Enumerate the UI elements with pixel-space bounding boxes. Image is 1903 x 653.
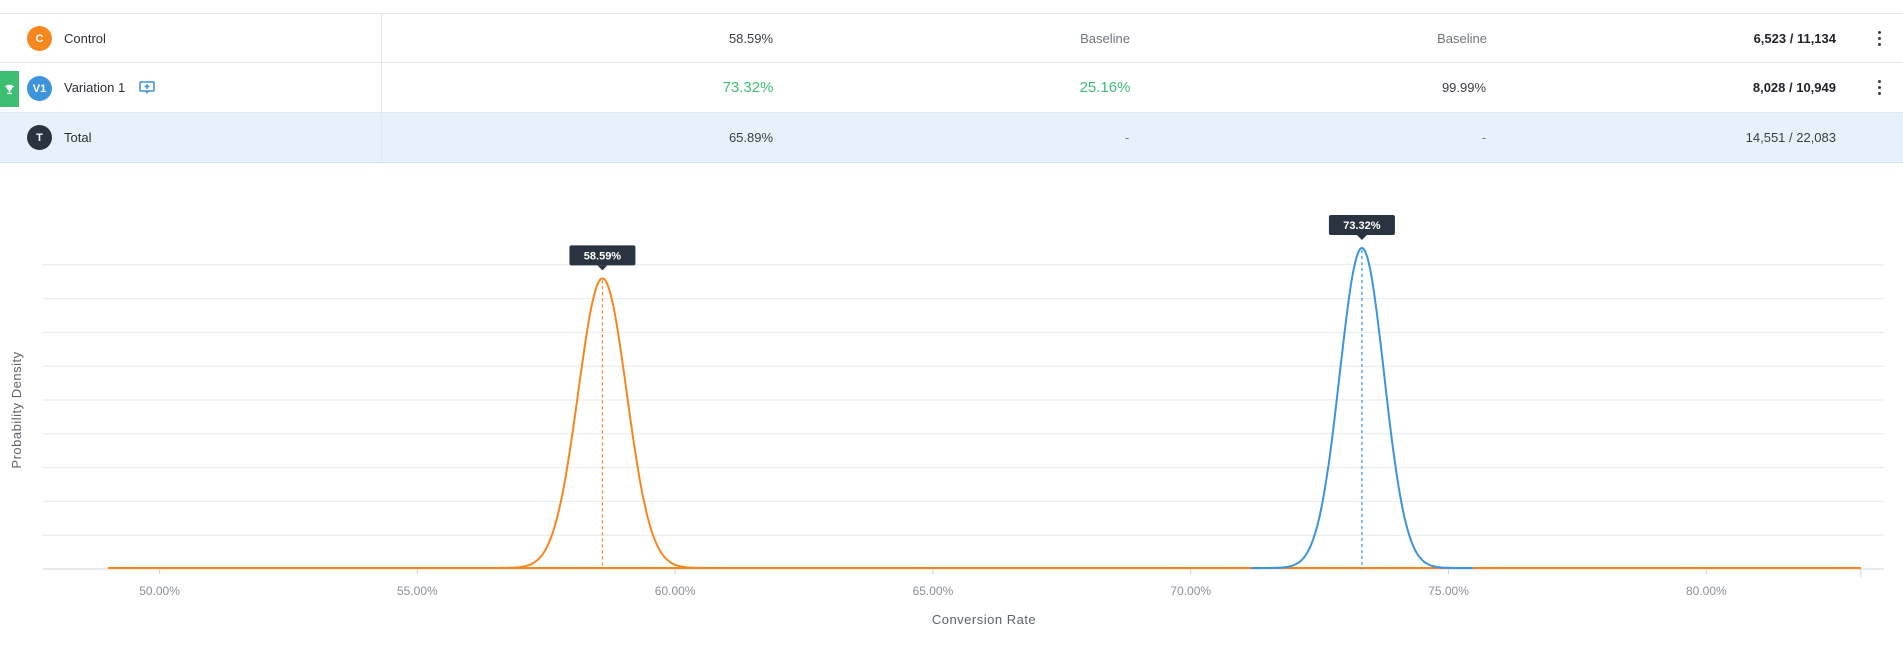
x-axis-label: Conversion Rate: [932, 612, 1036, 627]
x-tick-label: 80.00%: [1686, 584, 1727, 598]
probability-to-be-best: Baseline: [1437, 30, 1487, 46]
peak-label: 58.59%: [584, 250, 622, 262]
density-curve: [481, 277, 724, 569]
variation-badge: T: [27, 125, 52, 150]
variation-name[interactable]: Variation 1: [64, 63, 125, 112]
variations-table: C Control 58.59% Baseline Baseline 6,523…: [0, 13, 1903, 163]
peak-labels: 58.59% 73.32%: [569, 215, 1395, 271]
conversions: 6,523 / 11,134: [1753, 30, 1836, 46]
improvement: -: [1124, 130, 1130, 145]
conversions: 8,028 / 10,949: [1752, 80, 1836, 95]
add-note-icon[interactable]: [139, 81, 155, 95]
probability-to-be-best: -: [1481, 130, 1487, 145]
variation-name[interactable]: Control: [64, 14, 106, 62]
x-tick-label: 55.00%: [397, 584, 438, 598]
variation-name-cell: C Control: [0, 14, 382, 62]
variation-badge: V1: [27, 76, 52, 101]
x-axis: 50.00% 55.00% 60.00% 65.00% 70.00% 75.00% 80.0…: [139, 569, 1862, 598]
y-axis-label: Probability Density: [9, 351, 24, 468]
variation-name: Total: [64, 130, 92, 145]
kebab-menu-icon[interactable]: [1876, 78, 1882, 98]
peak-label: 73.32%: [1343, 220, 1381, 232]
x-tick-label: 75.00%: [1428, 584, 1469, 598]
trophy-icon: [0, 71, 19, 107]
series-layer: [108, 246, 1861, 569]
conversion-rate: 65.89%: [728, 130, 774, 145]
table-row-total: T Total 65.89% - - 14,551 / 22,083: [0, 113, 1903, 163]
probability-density-chart: 50.00% 55.00% 60.00% 65.00% 70.00% 75.00% 80.0…: [9, 215, 1884, 627]
variation-badge: C: [27, 26, 52, 51]
conversions: 14,551 / 22,083: [1745, 130, 1836, 145]
table-row-variation-1: V1 Variation 1 73.32% 25.16% 99.99% 8,02…: [0, 63, 1903, 113]
variation-name-cell: T Total: [0, 113, 382, 162]
peak-label-pointer: [597, 265, 608, 271]
x-tick-label: 60.00%: [655, 584, 696, 598]
table-row-control: C Control 58.59% Baseline Baseline 6,523…: [0, 14, 1903, 63]
x-tick-label: 70.00%: [1170, 584, 1211, 598]
variation-name-cell: V1 Variation 1: [0, 63, 382, 112]
x-tick-label: 50.00%: [139, 584, 180, 598]
conversion-rate: 58.59%: [728, 30, 774, 46]
peak-label-pointer: [1356, 235, 1367, 240]
improvement: Baseline: [1080, 30, 1130, 46]
x-tick-label: 65.00%: [913, 584, 954, 598]
kebab-menu-icon[interactable]: [1876, 29, 1882, 49]
conversion-rate: 73.32%: [722, 79, 774, 96]
probability-to-be-best: 99.99%: [1441, 80, 1487, 95]
grid-lines: [43, 264, 1884, 570]
improvement: 25.16%: [1079, 79, 1131, 96]
